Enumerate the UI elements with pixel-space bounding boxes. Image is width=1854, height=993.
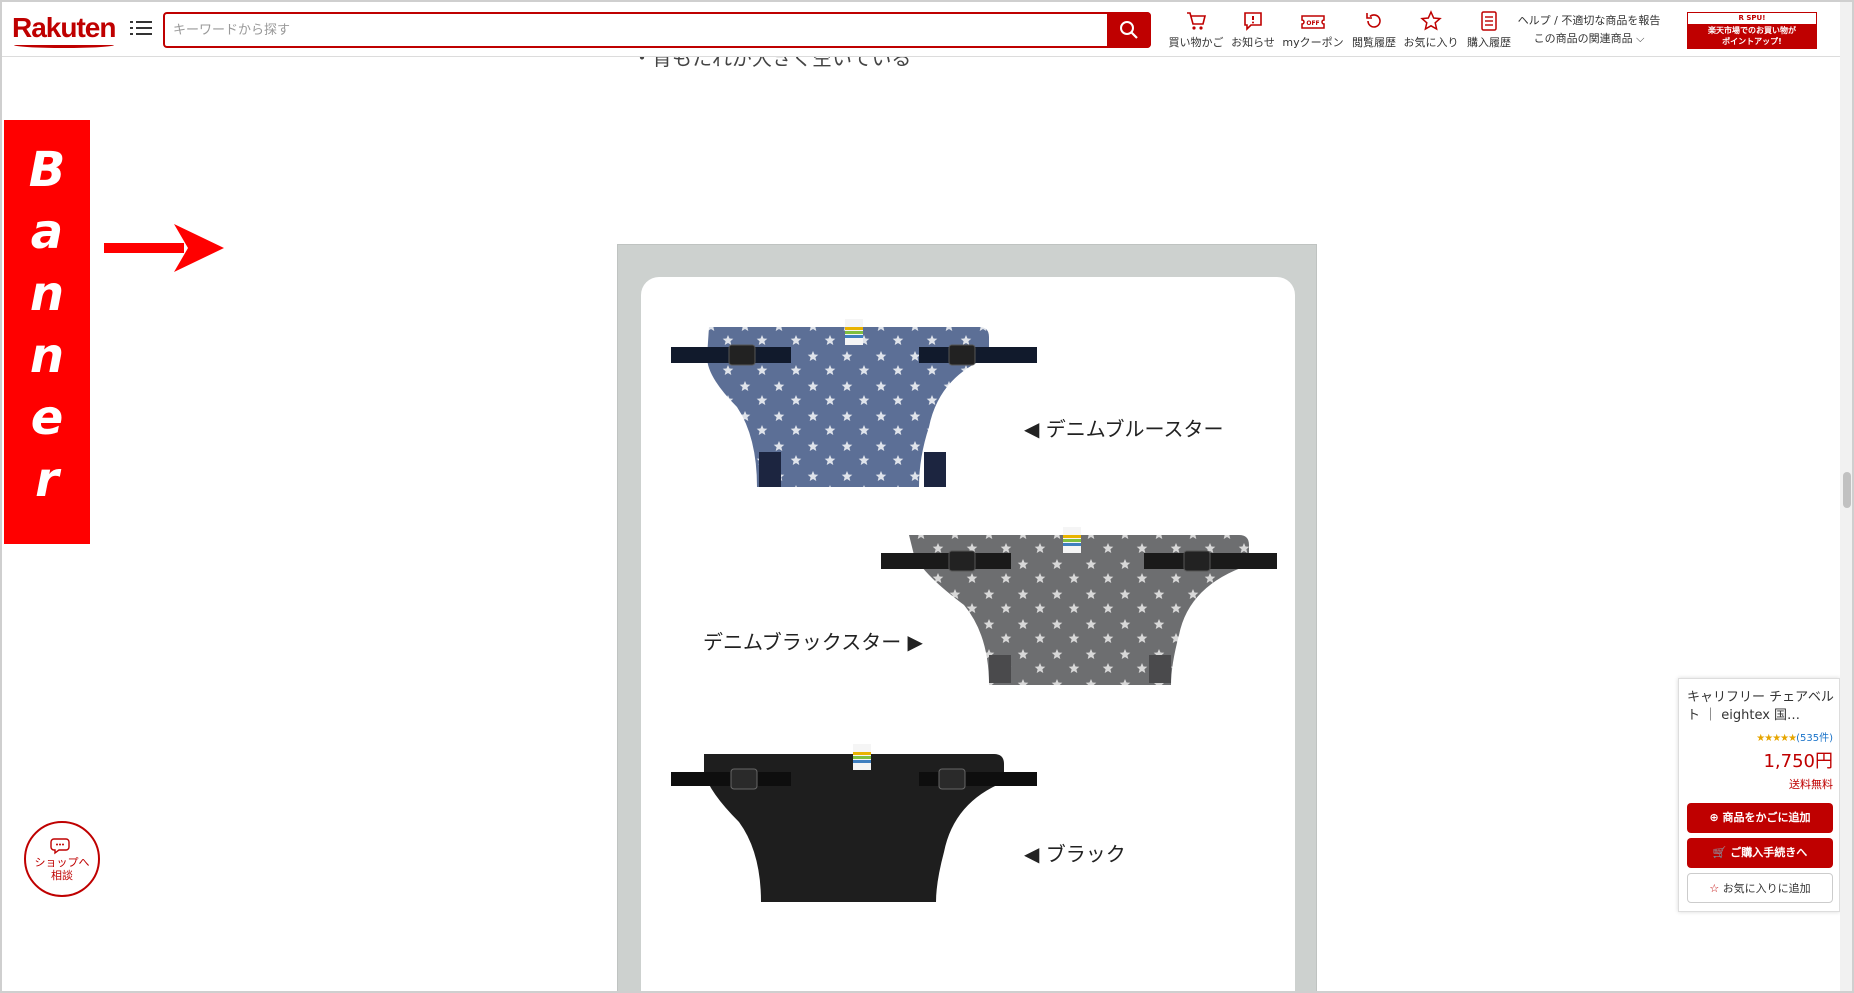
- rakuten-logo[interactable]: Rakuten: [12, 12, 116, 44]
- add-to-cart-button[interactable]: ⊕ 商品をかごに追加: [1687, 803, 1833, 833]
- variant-label-black: ◀ ブラック: [1024, 842, 1126, 866]
- checkout-label: ご購入手続きへ: [1730, 846, 1808, 859]
- site-header: Rakuten 買い物かご お知らせ OFF myクーポン 閲覧履歴: [2, 2, 1840, 57]
- list-icon: [1481, 11, 1497, 31]
- add-favorite-label: お気に入りに追加: [1722, 882, 1811, 895]
- spu-text: 楽天市場でのお買い物が ポイントアップ!: [1688, 24, 1816, 48]
- product-image-panel: ◀ デニムブルースター デニムブラックスター ▶ ◀ ブラック: [617, 244, 1317, 991]
- search-box: [163, 12, 1151, 48]
- nav-notifications-label: お知らせ: [1231, 36, 1275, 49]
- shop-chat-line-1: ショップへ: [34, 856, 90, 869]
- nav-history-label: 閲覧履歴: [1352, 36, 1396, 49]
- banner-letter: e: [30, 390, 64, 446]
- denim-blue-star-belt-image[interactable]: [669, 317, 1039, 497]
- help-links: ヘルプ / 不適切な商品を報告 この商品の関連商品 ⌵: [1514, 12, 1664, 48]
- page-scrollbar[interactable]: [1840, 2, 1852, 991]
- notification-icon: [1244, 12, 1262, 31]
- search-button[interactable]: [1107, 12, 1151, 48]
- nav-purchase-history-label: 購入履歴: [1467, 36, 1511, 49]
- coupon-icon: OFF: [1301, 15, 1325, 29]
- product-image-card: ◀ デニムブルースター デニムブラックスター ▶ ◀ ブラック: [641, 277, 1295, 991]
- spu-line-1: 楽天市場でのお買い物が: [1708, 26, 1796, 35]
- nav-cart[interactable]: 買い物かご: [1167, 8, 1225, 52]
- shipping-badge: 送料無料: [1789, 778, 1833, 791]
- search-icon: [1120, 21, 1138, 39]
- nav-favorites-label: お気に入り: [1403, 36, 1459, 49]
- star-icon: ☆: [1709, 882, 1720, 895]
- nav-cart-label: 買い物かご: [1168, 36, 1224, 49]
- shop-chat-line-2: 相談: [51, 869, 73, 882]
- variant-label-denim-blue-star: ◀ デニムブルースター: [1024, 417, 1224, 441]
- price: 1,750円: [1763, 751, 1833, 772]
- add-favorite-button[interactable]: ☆ お気に入りに追加: [1687, 873, 1833, 903]
- nav-favorites[interactable]: お気に入り: [1402, 8, 1460, 52]
- nav-coupon[interactable]: OFF myクーポン: [1282, 8, 1344, 52]
- related-products-link[interactable]: この商品の関連商品 ⌵: [1514, 30, 1664, 48]
- nav-purchase-history[interactable]: 購入履歴: [1462, 8, 1516, 52]
- banner-letter: r: [35, 452, 59, 508]
- nav-coupon-label: myクーポン: [1282, 36, 1344, 49]
- arrow-right-icon: [104, 224, 224, 272]
- svg-text:OFF: OFF: [1306, 20, 1319, 27]
- page-frame: Rakuten 買い物かご お知らせ OFF myクーポン 閲覧履歴: [0, 0, 1854, 993]
- cart-icon: 🛒: [1712, 846, 1727, 859]
- search-input[interactable]: [173, 20, 1103, 40]
- side-banner[interactable]: B a n n e r: [4, 120, 90, 544]
- spu-logo: R SPU!: [1738, 14, 1766, 22]
- banner-letter: n: [29, 266, 65, 322]
- related-products-label: この商品の関連商品: [1533, 32, 1633, 45]
- plus-circle-icon: ⊕: [1709, 811, 1719, 824]
- banner-letter: a: [30, 204, 64, 260]
- product-title[interactable]: キャリフリー チェアベルト ｜ eightex 国…: [1687, 689, 1837, 725]
- help-report-link[interactable]: ヘルプ / 不適切な商品を報告: [1514, 12, 1664, 30]
- spu-line-2: ポイントアップ!: [1722, 37, 1782, 46]
- review-count: (535件): [1796, 733, 1833, 744]
- nav-history[interactable]: 閲覧履歴: [1346, 8, 1402, 52]
- add-to-cart-label: 商品をかごに追加: [1722, 811, 1811, 824]
- shop-chat-button[interactable]: ショップへ 相談: [24, 821, 100, 897]
- menu-icon[interactable]: [130, 18, 152, 38]
- chat-icon: [50, 838, 70, 855]
- rating-stars: ★★★★★: [1756, 733, 1797, 744]
- banner-letter: B: [28, 142, 66, 198]
- cart-icon: [1187, 12, 1207, 30]
- spu-banner[interactable]: R SPU! 楽天市場でのお買い物が ポイントアップ!: [1687, 12, 1817, 49]
- scrollbar-thumb[interactable]: [1843, 472, 1851, 508]
- variant-label-denim-black-star: デニムブラックスター ▶: [703, 630, 923, 654]
- logo-swoosh: [14, 42, 114, 48]
- rating[interactable]: ★★★★★(535件): [1687, 729, 1833, 744]
- nav-notifications[interactable]: お知らせ: [1226, 8, 1280, 52]
- chevron-down-icon: ⌵: [1636, 32, 1645, 45]
- banner-letter: n: [29, 328, 65, 384]
- history-icon: [1366, 13, 1381, 28]
- sticky-buy-box: キャリフリー チェアベルト ｜ eightex 国… ★★★★★(535件) 1…: [1678, 678, 1840, 912]
- star-icon: [1420, 10, 1442, 31]
- denim-black-star-belt-image[interactable]: [879, 525, 1279, 695]
- black-belt-image[interactable]: [669, 742, 1039, 912]
- checkout-button[interactable]: 🛒 ご購入手続きへ: [1687, 838, 1833, 868]
